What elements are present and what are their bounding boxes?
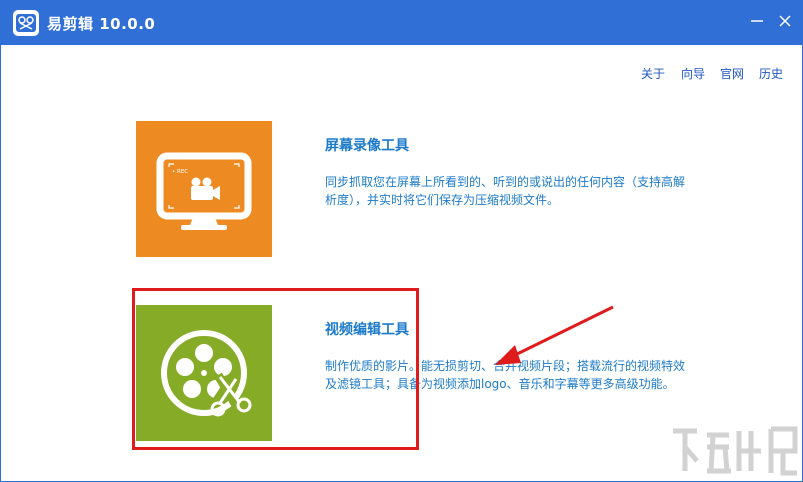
- minimize-button[interactable]: [745, 9, 769, 33]
- app-logo-icon: [13, 10, 39, 36]
- screen-record-icon: • REC: [156, 152, 252, 230]
- app-window: 易剪辑 10.0.0 关于 向导 官网 历史 • REC 屏幕录像工具 同步抓取…: [0, 0, 803, 482]
- close-button[interactable]: [773, 9, 797, 33]
- title-bar[interactable]: 易剪辑 10.0.0: [1, 1, 802, 45]
- screen-record-tile[interactable]: • REC: [136, 121, 272, 257]
- website-link[interactable]: 官网: [720, 65, 744, 82]
- app-title: 易剪辑 10.0.0: [47, 15, 156, 33]
- guide-link[interactable]: 向导: [681, 65, 705, 82]
- screen-record-description: 同步抓取您在屏幕上所看到的、听到的或说出的任何内容（支持高解析度），并实时将它们…: [325, 175, 686, 207]
- watermark-logo-icon: [673, 426, 798, 476]
- history-link[interactable]: 历史: [759, 65, 783, 82]
- annotation-arrow-icon: [495, 305, 614, 365]
- top-links: 关于 向导 官网 历史: [641, 65, 791, 83]
- about-link[interactable]: 关于: [641, 65, 665, 82]
- screen-record-title[interactable]: 屏幕录像工具: [325, 135, 409, 155]
- rec-label: • REC: [172, 169, 188, 175]
- annotation-highlight-box: [132, 288, 419, 450]
